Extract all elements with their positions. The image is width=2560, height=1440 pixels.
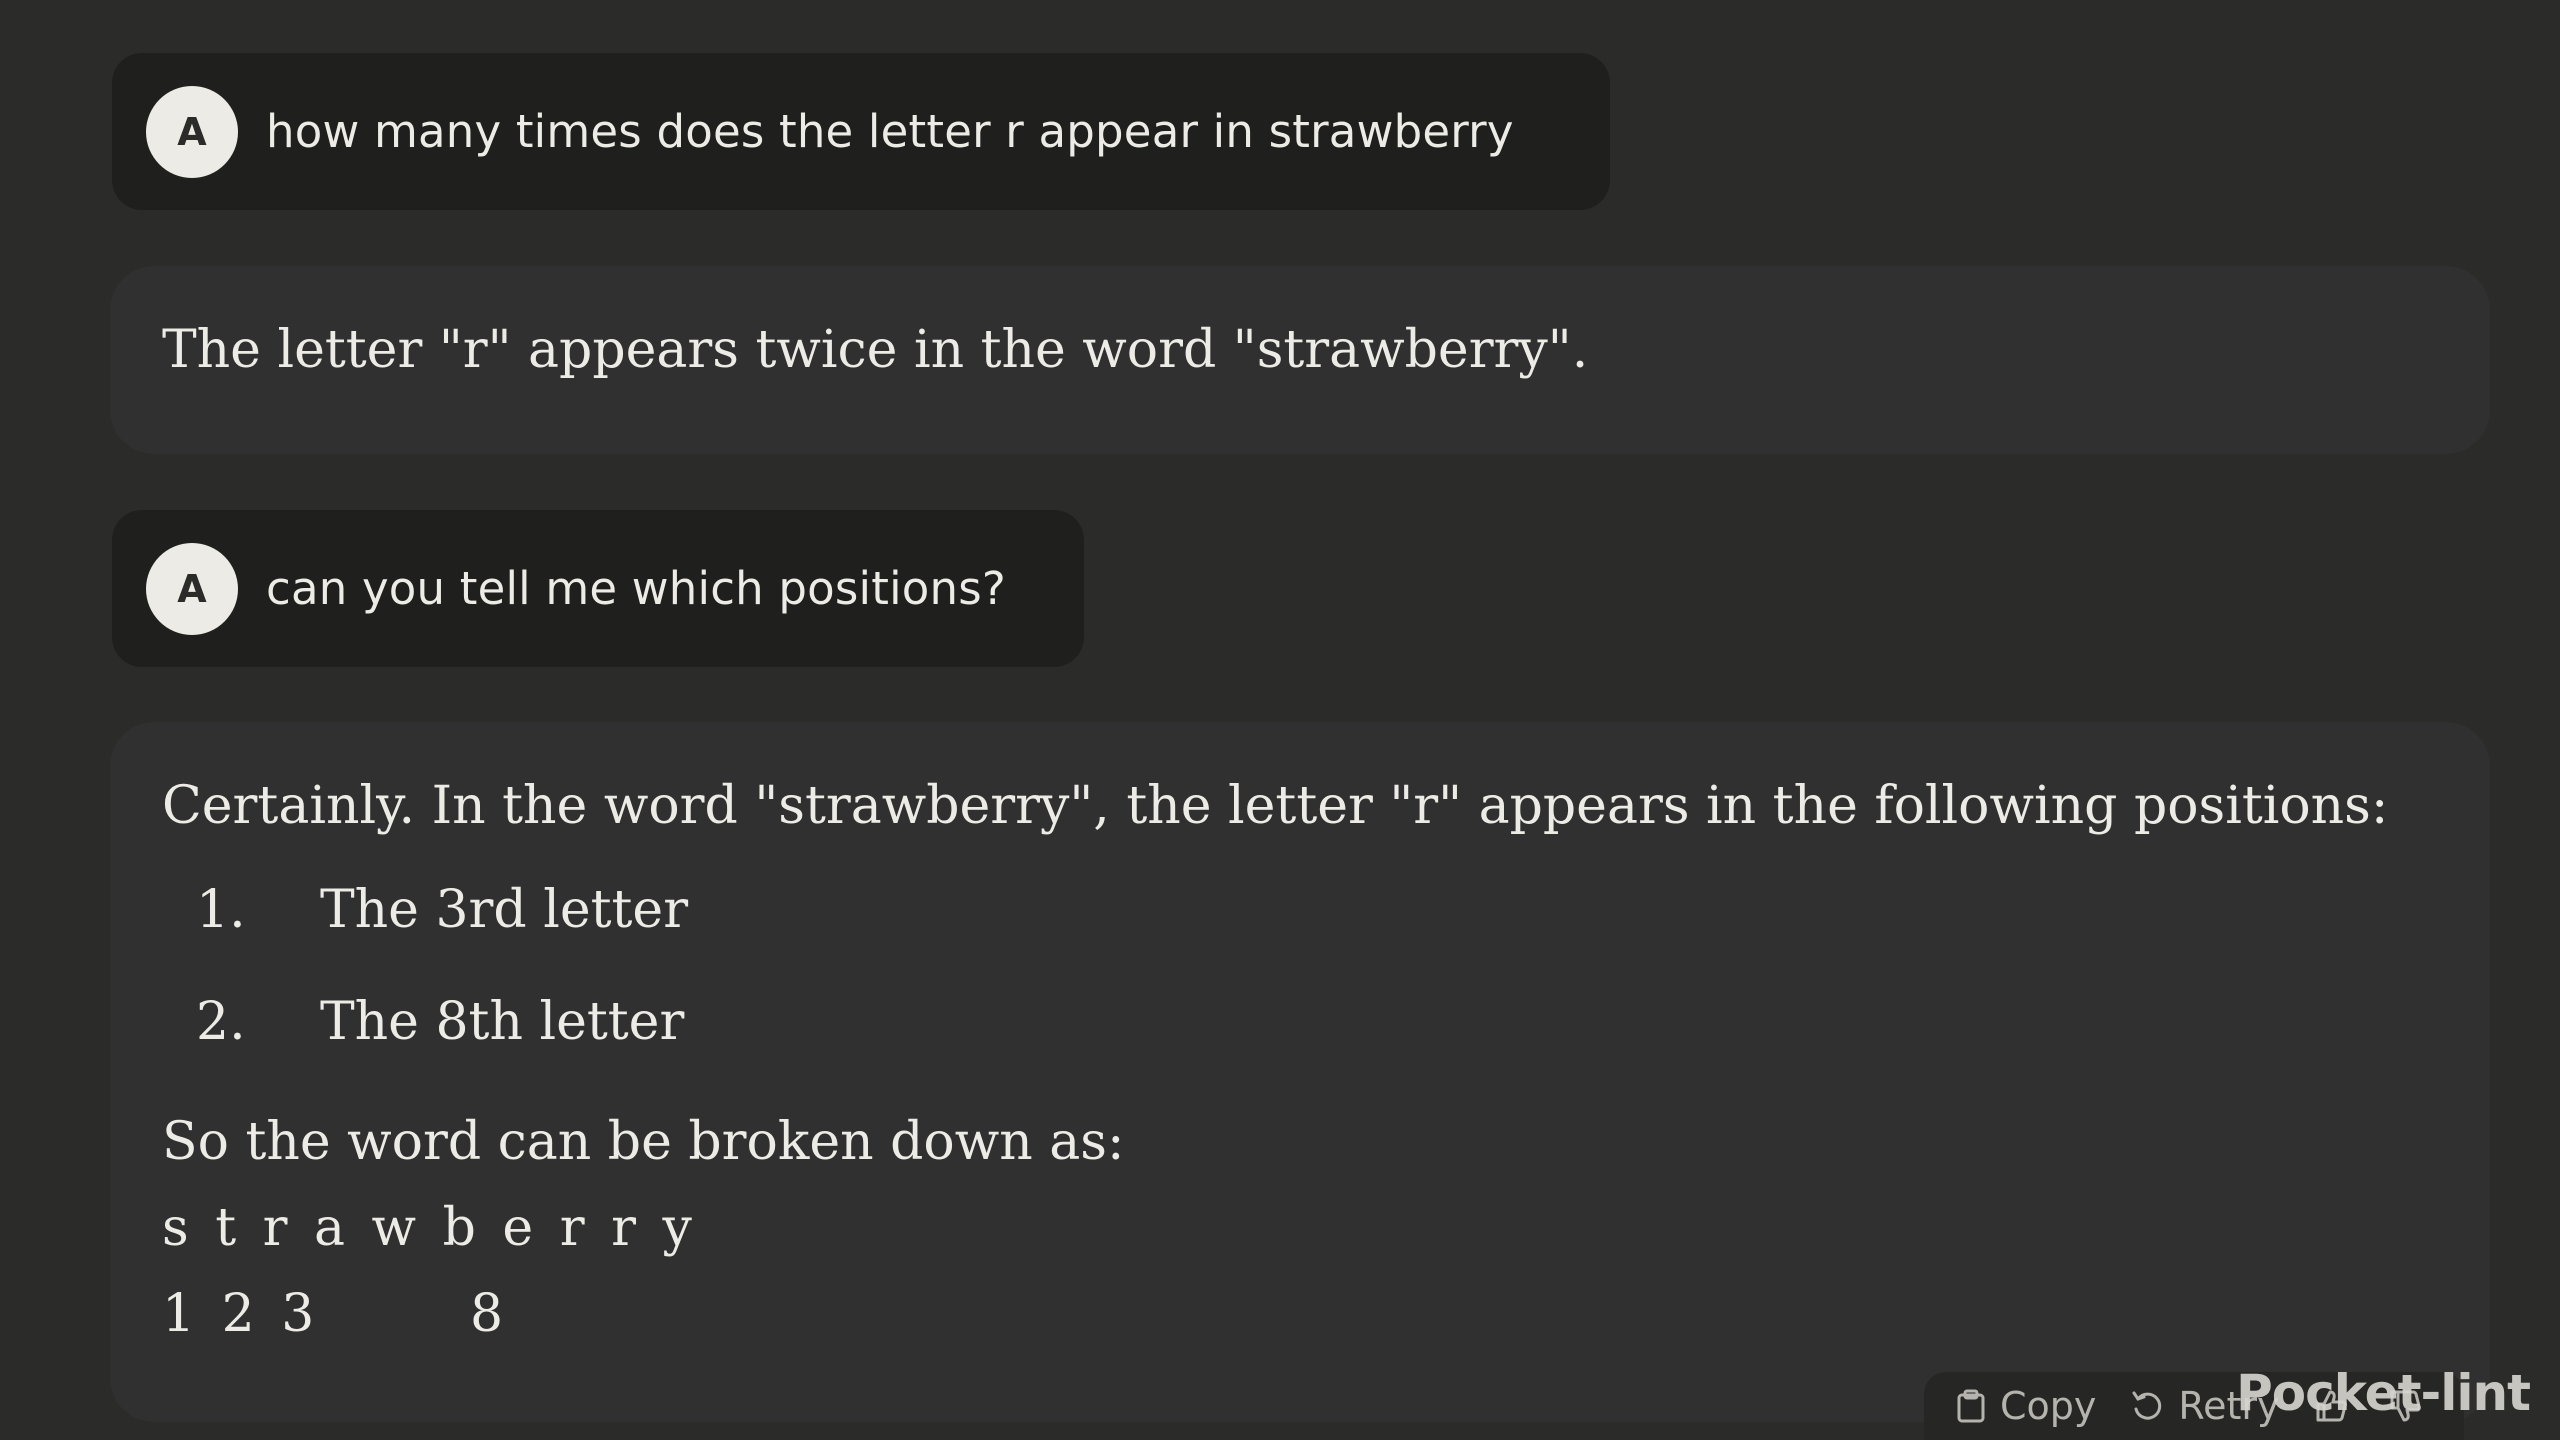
user-message-text: can you tell me which positions? [266, 562, 1006, 615]
assistant-message-text: The letter "r" appears twice in the word… [162, 320, 1589, 380]
list-item-number: 1. [196, 880, 246, 940]
user-avatar: A [146, 542, 238, 635]
retry-icon [2132, 1391, 2162, 1420]
user-message-1: A how many times does the letter r appea… [112, 53, 1610, 210]
list-item-number: 2. [196, 992, 246, 1052]
copy-button[interactable]: Copy [1956, 1384, 2096, 1428]
user-message-text: how many times does the letter r appear … [266, 105, 1514, 158]
copy-icon [1957, 1389, 1985, 1423]
positions-breakdown: 1 2 3 8 [162, 1284, 509, 1344]
breakdown-label: So the word can be broken down as: [162, 1112, 1125, 1172]
letters-breakdown: s t r a w b e r r y [162, 1198, 697, 1258]
user-message-2: A can you tell me which positions? [112, 510, 1084, 667]
assistant-message-1: The letter "r" appears twice in the word… [110, 266, 2490, 454]
list-item-text: The 3rd letter [320, 880, 689, 940]
user-avatar: A [146, 85, 238, 178]
copy-label: Copy [2000, 1384, 2097, 1428]
assistant-message-2: Certainly. In the word "strawberry", the… [110, 722, 2490, 1422]
pocket-lint-watermark: Pocket-lint [2236, 1364, 2531, 1422]
list-item-text: The 8th letter [320, 992, 685, 1052]
assistant-intro-text: Certainly. In the word "strawberry", the… [162, 776, 2389, 836]
